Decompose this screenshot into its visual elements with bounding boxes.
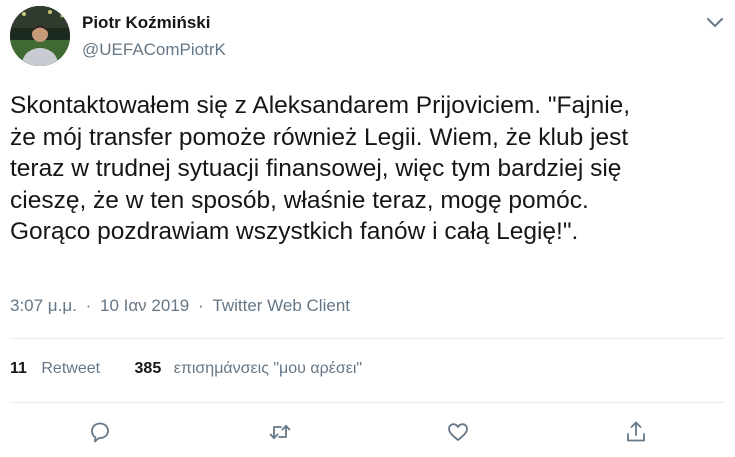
separator: · [197,296,204,315]
display-name[interactable]: Piotr Koźmiński [82,13,210,33]
divider [10,338,725,339]
retweet-icon[interactable] [266,418,294,446]
share-icon[interactable] [622,418,650,446]
tweet-date: 10 Ιαν 2019 [100,296,190,315]
user-handle[interactable]: @UEFAComPiotrK [82,40,226,60]
retweets-label: Retweet [41,360,101,377]
tweet-actions [0,418,735,450]
tweet-text-line: teraz w trudnej sytuacji finansowej, wię… [10,155,622,182]
retweets-count: 11 [10,360,27,377]
heart-icon[interactable] [444,418,472,446]
likes-stat[interactable]: 385 επισημάνσεις "μου αρέσει" [135,360,363,377]
reply-icon[interactable] [86,418,114,446]
separator: · [85,296,92,315]
tweet-timestamp[interactable]: 3:07 μ.μ. · 10 Ιαν 2019 [10,296,189,315]
tweet-time: 3:07 μ.μ. [10,296,77,315]
tweet-text-line: cieszę, że w ten sposób, właśnie teraz, … [10,186,589,214]
likes-label: επισημάνσεις "μου αρέσει" [173,360,363,377]
tweet-text-line: Skontaktowałem się z Aleksandarem Prijov… [10,92,631,119]
tweet-text-line: że mój transfer pomoże również Legii. Wi… [10,123,629,151]
avatar[interactable] [10,6,70,66]
retweets-stat[interactable]: 11 Retweet [10,360,105,377]
tweet-client: Twitter Web Client [212,296,350,315]
chevron-down-icon[interactable] [705,14,725,30]
tweet-header: Piotr Koźmiński @UEFAComPiotrK [0,0,735,80]
tweet-stats: 11 Retweet 385 επισημάνσεις "μου αρέσει" [10,360,362,378]
tweet-text-line: Gorąco pozdrawiam wszystkich fanów i cał… [10,218,579,245]
likes-count: 385 [134,360,162,377]
tweet-metadata: 3:07 μ.μ. · 10 Ιαν 2019 · Twitter Web Cl… [10,296,350,316]
tweet-text: Skontaktowałem się z Aleksandarem Prijov… [10,90,725,248]
divider [10,402,725,403]
